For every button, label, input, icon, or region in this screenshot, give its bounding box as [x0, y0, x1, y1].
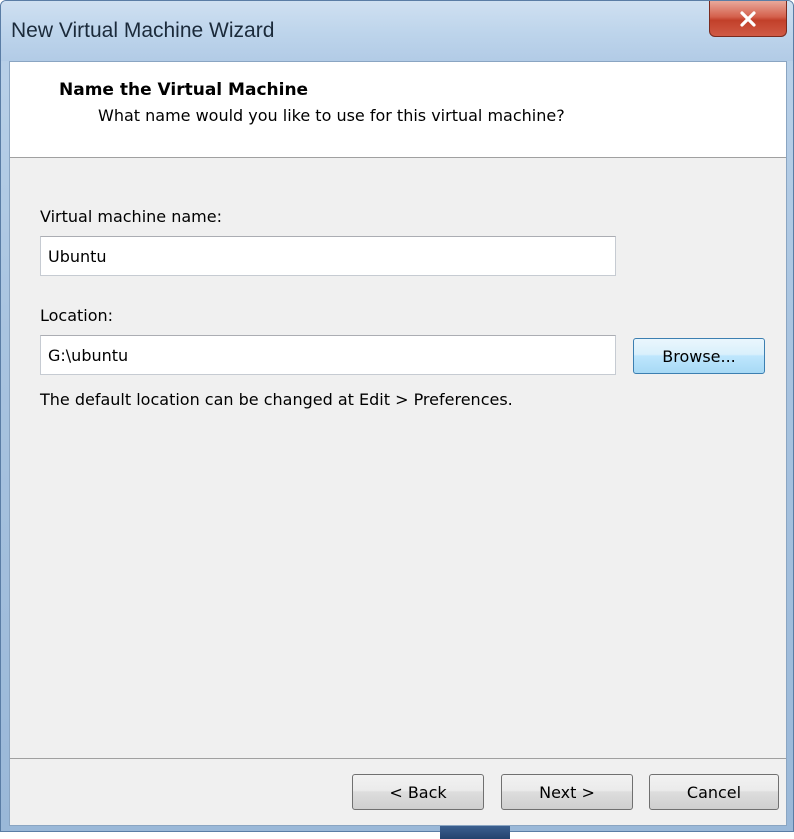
vm-name-label: Virtual machine name:: [40, 207, 222, 226]
taskbar-fragment: [440, 826, 510, 839]
footer-divider: [10, 758, 786, 759]
cancel-button[interactable]: Cancel: [649, 774, 779, 810]
wizard-body: Name the Virtual Machine What name would…: [9, 61, 787, 826]
location-label: Location:: [40, 306, 114, 325]
window-title: New Virtual Machine Wizard: [11, 19, 275, 42]
vm-name-input[interactable]: [40, 236, 616, 276]
wizard-header: Name the Virtual Machine What name would…: [10, 62, 786, 158]
close-button[interactable]: [709, 1, 787, 37]
browse-button[interactable]: Browse...: [633, 338, 765, 374]
page-subtitle: What name would you like to use for this…: [98, 106, 565, 125]
desktop-strip: [0, 832, 794, 839]
close-icon: [740, 10, 756, 27]
location-hint: The default location can be changed at E…: [40, 390, 513, 409]
title-bar[interactable]: New Virtual Machine Wizard: [1, 1, 793, 61]
page-title: Name the Virtual Machine: [59, 80, 309, 100]
back-button[interactable]: < Back: [352, 774, 484, 810]
wizard-window: New Virtual Machine Wizard Name the Virt…: [0, 0, 794, 832]
next-button[interactable]: Next >: [501, 774, 633, 810]
location-input[interactable]: [40, 335, 616, 375]
